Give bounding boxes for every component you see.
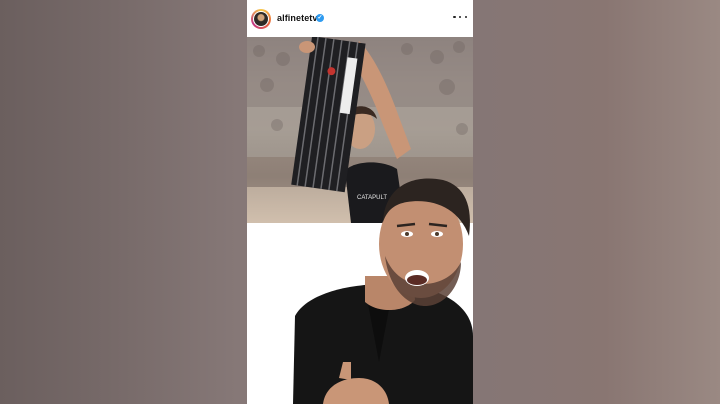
username[interactable]: alfinetetv xyxy=(277,13,318,23)
avatar-image xyxy=(254,12,268,26)
verified-badge-icon: ✓ xyxy=(316,14,324,22)
shorts-video-frame[interactable]: alfinetetv ✓ CATAPULT xyxy=(247,0,473,404)
instagram-post-header: alfinetetv ✓ xyxy=(247,0,473,37)
presenter-overlay xyxy=(247,166,473,404)
more-options-icon[interactable] xyxy=(453,10,467,24)
profile-avatar[interactable] xyxy=(251,9,271,29)
